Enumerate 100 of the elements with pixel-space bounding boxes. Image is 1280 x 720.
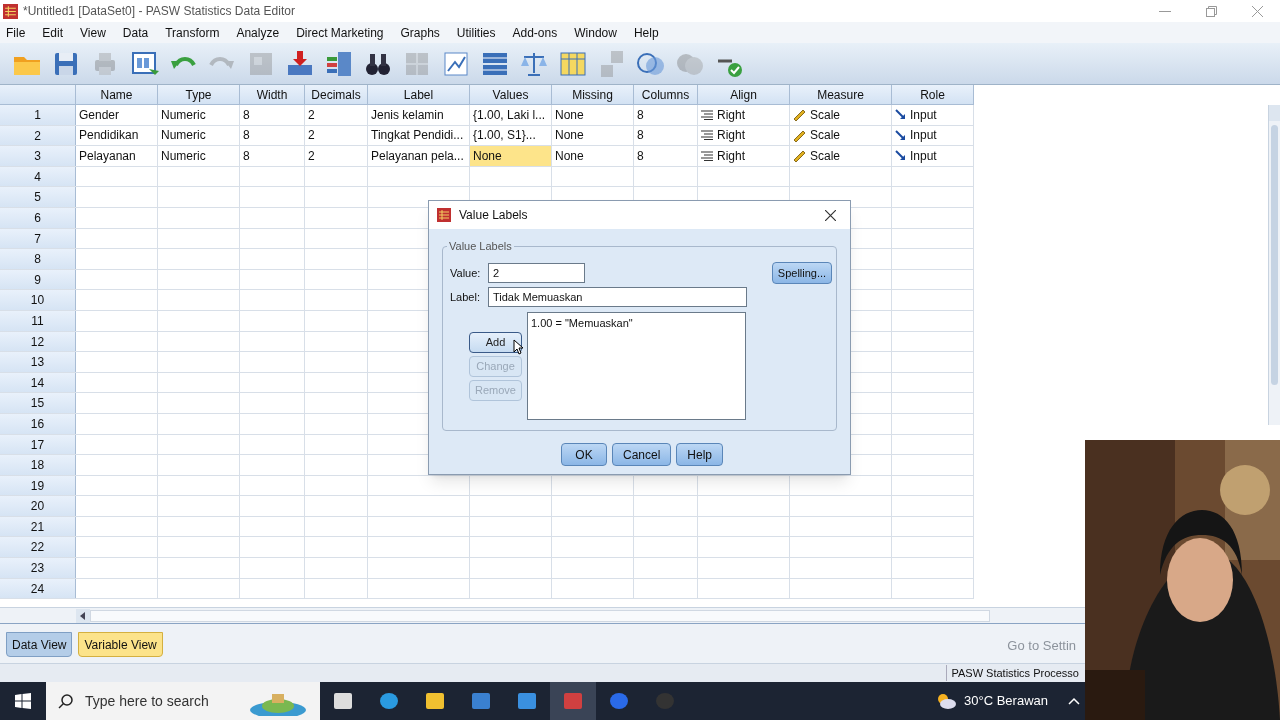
arrow-icon	[895, 150, 906, 162]
view-tab[interactable]: Variable View	[78, 632, 163, 657]
dialog-button[interactable]: Cancel	[611, 443, 672, 466]
column-header[interactable]: Role	[892, 85, 974, 104]
menu-item[interactable]: Transform	[165, 23, 220, 42]
row-header[interactable]: 5	[0, 187, 76, 207]
row-header[interactable]: 18	[0, 455, 76, 475]
table-cell: Numeric	[158, 146, 240, 166]
dialog-button[interactable]: OK	[560, 443, 607, 466]
vertical-scrollbar[interactable]	[1268, 105, 1280, 425]
table-cell: Input	[892, 105, 974, 125]
align-right-icon	[701, 130, 713, 141]
row-header[interactable]: 16	[0, 413, 76, 434]
table-cell: None	[470, 146, 552, 166]
column-header[interactable]: Missing	[552, 85, 634, 104]
row-header[interactable]: 8	[0, 249, 76, 269]
row-header[interactable]: 22	[0, 537, 76, 558]
row-header[interactable]: 20	[0, 496, 76, 516]
table-cell: Pendidikan	[76, 125, 158, 146]
value-field[interactable]: 2	[488, 263, 585, 283]
row-header[interactable]: 15	[0, 393, 76, 413]
table-cell: Input	[892, 125, 974, 146]
label-field[interactable]: Tidak Memuaskan	[488, 287, 747, 307]
table-cell: 2	[305, 105, 368, 125]
column-header[interactable]: Width	[240, 85, 305, 104]
menu-item[interactable]: Direct Marketing	[296, 23, 384, 42]
column-header[interactable]: Decimals	[305, 85, 368, 104]
horizontal-scrollbar[interactable]	[90, 609, 990, 622]
dialog-title: Value Labels	[459, 207, 529, 224]
table-cell: Scale	[790, 146, 892, 166]
row-header[interactable]: 6	[0, 207, 76, 228]
table-cell: Jenis kelamin	[368, 105, 470, 125]
column-header[interactable]: Values	[470, 85, 552, 104]
watermark-text: Go to Settin	[1007, 637, 1076, 655]
column-header[interactable]: Name	[76, 85, 158, 104]
ruler-icon	[793, 128, 806, 142]
table-cell: 2	[305, 146, 368, 166]
row-header[interactable]: 19	[0, 475, 76, 496]
app-icon[interactable]	[562, 690, 584, 712]
weather-icon	[936, 692, 957, 710]
close-icon[interactable]	[825, 209, 836, 221]
menu-item[interactable]: Analyze	[236, 23, 280, 42]
table-cell: Scale	[790, 105, 892, 125]
list-item[interactable]: 1.00 = "Memuaskan"	[531, 315, 742, 332]
view-tab[interactable]: Data View	[6, 632, 73, 657]
row-header[interactable]: 23	[0, 558, 76, 578]
row-header[interactable]: 2	[0, 125, 76, 146]
column-header[interactable]: Type	[158, 85, 240, 104]
menu-item[interactable]: Graphs	[400, 23, 440, 42]
dialog-button[interactable]: Help	[676, 443, 723, 466]
menu-item[interactable]: View	[80, 23, 106, 42]
menu-item[interactable]: File	[6, 23, 26, 42]
row-header[interactable]: 3	[0, 146, 76, 166]
table-cell: 8	[634, 146, 698, 166]
row-header[interactable]: 12	[0, 331, 76, 352]
row-header[interactable]: 13	[0, 352, 76, 372]
window-title: *Untitled1 [DataSet0] - PASW Statistics Data Editor	[23, 3, 296, 20]
table-cell: Scale	[790, 125, 892, 146]
table-cell: Right	[698, 125, 790, 146]
scroll-left-icon[interactable]	[76, 608, 90, 623]
menu-item[interactable]: Utilities	[456, 23, 496, 42]
row-header[interactable]: 7	[0, 228, 76, 249]
spelling-button[interactable]: Spelling...	[772, 262, 832, 284]
column-header[interactable]: Align	[698, 85, 790, 104]
row-header[interactable]: 17	[0, 434, 76, 455]
table-cell: {1.00, S1}...	[470, 125, 552, 146]
search-field[interactable]: Type here to search	[46, 682, 320, 720]
minimize-button[interactable]	[1159, 10, 1171, 12]
row-header[interactable]: 24	[0, 578, 76, 599]
arrow-icon	[895, 109, 906, 121]
column-header[interactable]: Label	[368, 85, 470, 104]
table-cell: 8	[240, 125, 305, 146]
row-header[interactable]: 9	[0, 269, 76, 290]
row-header[interactable]: 11	[0, 310, 76, 331]
row-header[interactable]: 14	[0, 372, 76, 393]
app-icon	[437, 208, 451, 222]
menu-item[interactable]: Add-ons	[512, 23, 558, 42]
table-cell: Numeric	[158, 125, 240, 146]
row-header[interactable]: 4	[0, 166, 76, 187]
row-header[interactable]: 10	[0, 290, 76, 310]
chevron-up-icon[interactable]	[1068, 697, 1080, 705]
menu-item[interactable]: Edit	[42, 23, 64, 42]
row-header[interactable]: 1	[0, 105, 76, 125]
labels-list[interactable]: 1.00 = "Memuaskan"	[527, 312, 746, 420]
row-header[interactable]: 21	[0, 516, 76, 537]
table-cell: Tingkat Pendidi...	[368, 125, 470, 146]
status-text: PASW Statistics Processo	[946, 664, 1083, 682]
value-label: Value:	[450, 265, 482, 281]
side-button[interactable]: Add	[469, 332, 522, 353]
menu-item[interactable]: Window	[574, 23, 617, 42]
windows-icon[interactable]	[15, 693, 31, 709]
table-cell: None	[552, 146, 634, 166]
column-header[interactable]: Columns	[634, 85, 698, 104]
menu-item[interactable]: Data	[122, 23, 149, 42]
restore-icon[interactable]	[1206, 5, 1217, 17]
table-cell: None	[552, 105, 634, 125]
arrow-icon	[895, 129, 906, 141]
column-header[interactable]: Measure	[790, 85, 892, 104]
menu-item[interactable]: Help	[633, 23, 659, 42]
table-cell: None	[552, 125, 634, 146]
